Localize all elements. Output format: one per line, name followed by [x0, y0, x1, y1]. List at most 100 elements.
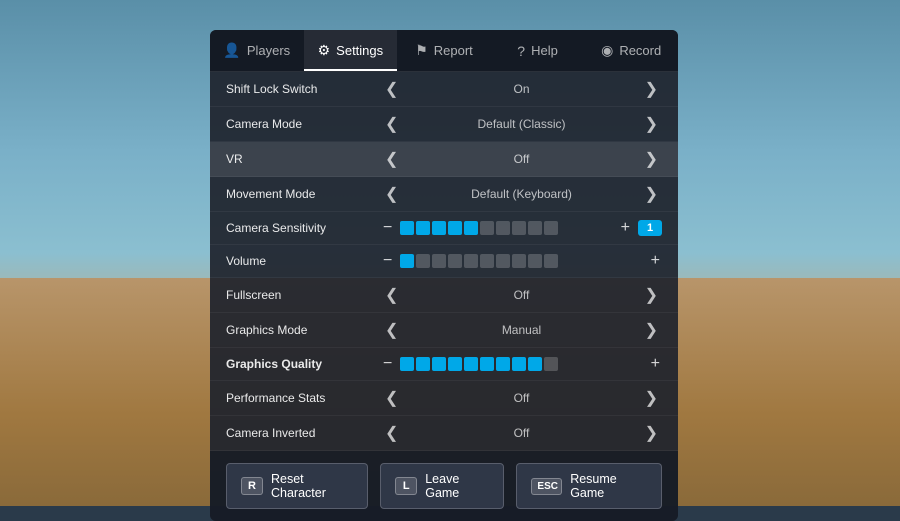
seg-4-6	[496, 221, 510, 235]
seg-4-8	[528, 221, 542, 235]
setting-label-7: Graphics Mode	[226, 323, 381, 337]
plus-btn-8[interactable]: +	[649, 355, 662, 373]
slider-badge-4: 1	[638, 220, 662, 236]
seg-5-0	[400, 254, 414, 268]
seg-5-3	[448, 254, 462, 268]
setting-control-7: ❮ Manual ❯	[381, 320, 662, 340]
tab-help[interactable]: ? Help	[491, 30, 585, 71]
report-tab-label: Report	[434, 43, 473, 58]
setting-label-10: Camera Inverted	[226, 426, 381, 440]
setting-row-5: Volume − +	[210, 245, 678, 278]
settings-body: Shift Lock Switch ❮ On ❯ Camera Mode ❮ D…	[210, 72, 678, 451]
seg-4-2	[432, 221, 446, 235]
players-tab-label: Players	[247, 43, 290, 58]
footer-btn-2[interactable]: ESC Resume Game	[516, 463, 662, 509]
settings-panel: 👤 Players ⚙Settings⚑Report? Help ◉ Record Shi…	[210, 30, 678, 521]
seg-8-9	[544, 357, 558, 371]
setting-value-7: Manual	[408, 323, 634, 337]
minus-btn-5[interactable]: −	[381, 252, 394, 270]
chevron-left-0[interactable]: ❮	[381, 79, 402, 99]
seg-5-4	[464, 254, 478, 268]
footer-btn-label-2: Resume Game	[570, 472, 647, 500]
seg-5-2	[432, 254, 446, 268]
setting-row-3: Movement Mode ❮ Default (Keyboard) ❯	[210, 177, 678, 212]
setting-control-9: ❮ Off ❯	[381, 388, 662, 408]
tab-report[interactable]: ⚑Report	[397, 30, 491, 71]
setting-control-10: ❮ Off ❯	[381, 423, 662, 443]
chevron-left-10[interactable]: ❮	[381, 423, 402, 443]
minus-btn-4[interactable]: −	[381, 219, 394, 237]
setting-value-2: Off	[408, 152, 634, 166]
setting-control-6: ❮ Off ❯	[381, 285, 662, 305]
settings-tab-label: Settings	[336, 43, 383, 58]
footer-btn-label-0: Reset Character	[271, 472, 353, 500]
setting-label-2: VR	[226, 152, 381, 166]
seg-5-5	[480, 254, 494, 268]
footer-btn-0[interactable]: R Reset Character	[226, 463, 368, 509]
chevron-right-3[interactable]: ❯	[641, 184, 662, 204]
seg-8-1	[416, 357, 430, 371]
plus-btn-4[interactable]: +	[619, 219, 632, 237]
players-tab-icon: 👤	[223, 42, 240, 59]
chevron-left-7[interactable]: ❮	[381, 320, 402, 340]
chevron-right-0[interactable]: ❯	[641, 79, 662, 99]
seg-5-9	[544, 254, 558, 268]
chevron-right-10[interactable]: ❯	[641, 423, 662, 443]
tab-players[interactable]: 👤 Players	[210, 30, 304, 71]
setting-value-1: Default (Classic)	[408, 117, 634, 131]
seg-4-3	[448, 221, 462, 235]
record-tab-icon: ◉	[601, 42, 613, 59]
setting-control-4: − + 1	[381, 219, 662, 237]
setting-row-8: Graphics Quality − +	[210, 348, 678, 381]
chevron-left-1[interactable]: ❮	[381, 114, 402, 134]
setting-row-6: Fullscreen ❮ Off ❯	[210, 278, 678, 313]
help-tab-icon: ?	[517, 43, 525, 59]
record-tab-label: Record	[619, 43, 661, 58]
tab-bar: 👤 Players ⚙Settings⚑Report? Help ◉ Record	[210, 30, 678, 72]
plus-btn-5[interactable]: +	[649, 252, 662, 270]
footer-btn-label-1: Leave Game	[425, 472, 489, 500]
minus-btn-8[interactable]: −	[381, 355, 394, 373]
setting-label-6: Fullscreen	[226, 288, 381, 302]
setting-label-1: Camera Mode	[226, 117, 381, 131]
setting-control-3: ❮ Default (Keyboard) ❯	[381, 184, 662, 204]
setting-row-2: VR ❮ Off ❯	[210, 142, 678, 177]
setting-control-0: ❮ On ❯	[381, 79, 662, 99]
chevron-right-2[interactable]: ❯	[641, 149, 662, 169]
tab-settings[interactable]: ⚙Settings	[304, 30, 398, 71]
setting-label-4: Camera Sensitivity	[226, 221, 381, 235]
setting-row-9: Performance Stats ❮ Off ❯	[210, 381, 678, 416]
setting-control-8: − +	[381, 355, 662, 373]
setting-label-3: Movement Mode	[226, 187, 381, 201]
setting-value-6: Off	[408, 288, 634, 302]
seg-8-8	[528, 357, 542, 371]
slider-track-8[interactable]	[400, 357, 642, 371]
slider-track-4[interactable]	[400, 221, 612, 235]
setting-label-9: Performance Stats	[226, 391, 381, 405]
seg-8-7	[512, 357, 526, 371]
chevron-right-6[interactable]: ❯	[641, 285, 662, 305]
chevron-right-9[interactable]: ❯	[641, 388, 662, 408]
seg-8-0	[400, 357, 414, 371]
footer-btn-1[interactable]: L Leave Game	[380, 463, 504, 509]
chevron-left-3[interactable]: ❮	[381, 184, 402, 204]
setting-label-5: Volume	[226, 254, 381, 268]
seg-5-8	[528, 254, 542, 268]
chevron-left-2[interactable]: ❮	[381, 149, 402, 169]
setting-label-0: Shift Lock Switch	[226, 82, 381, 96]
chevron-right-1[interactable]: ❯	[641, 114, 662, 134]
seg-4-1	[416, 221, 430, 235]
tab-record[interactable]: ◉ Record	[584, 30, 678, 71]
seg-8-5	[480, 357, 494, 371]
setting-row-10: Camera Inverted ❮ Off ❯	[210, 416, 678, 451]
chevron-left-6[interactable]: ❮	[381, 285, 402, 305]
seg-4-7	[512, 221, 526, 235]
chevron-left-9[interactable]: ❮	[381, 388, 402, 408]
setting-control-5: − +	[381, 252, 662, 270]
setting-label-8: Graphics Quality	[226, 357, 381, 371]
help-tab-label: Help	[531, 43, 558, 58]
seg-5-1	[416, 254, 430, 268]
seg-5-6	[496, 254, 510, 268]
chevron-right-7[interactable]: ❯	[641, 320, 662, 340]
slider-track-5[interactable]	[400, 254, 642, 268]
